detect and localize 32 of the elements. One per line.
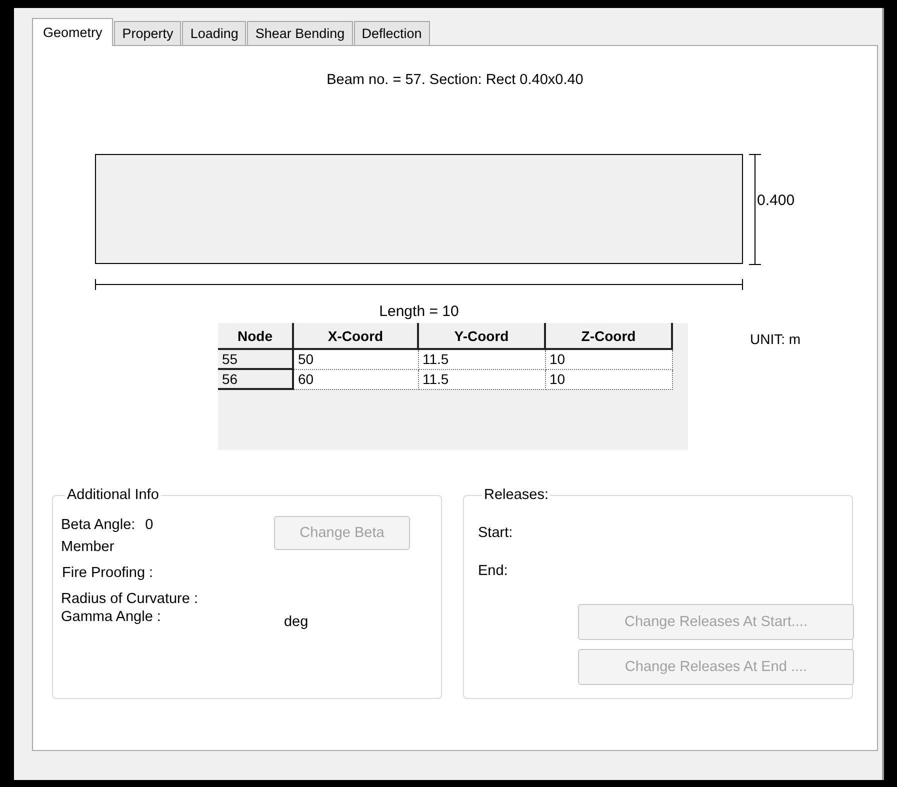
length-label: Length = 10: [379, 303, 459, 320]
table-cell: 56: [218, 369, 293, 389]
table-cell: 50: [293, 349, 418, 369]
start-label: Start:: [478, 525, 514, 541]
column-header: Node: [218, 323, 293, 349]
column-header: Y-Coord: [418, 323, 545, 349]
tab[interactable]: Geometry: [32, 18, 114, 46]
unit-label: UNIT: m: [750, 331, 801, 349]
radius-label: Radius of Curvature :: [61, 591, 200, 607]
tab[interactable]: Property: [114, 21, 182, 45]
beta-angle-label: Beta Angle:: [61, 517, 136, 533]
group-title: Releases:: [483, 487, 550, 503]
table-cell: 10: [545, 349, 672, 369]
tab[interactable]: Shear Bending: [247, 21, 353, 45]
gamma-unit: deg: [284, 614, 308, 630]
member-label: Member: [61, 539, 116, 555]
column-header: X-Coord: [293, 323, 418, 349]
table-cell: 11.5: [418, 349, 545, 369]
depth-label: 0.400: [757, 192, 795, 209]
tab[interactable]: Loading: [182, 21, 246, 45]
table-cell: 11.5: [418, 369, 545, 389]
group-title: Additional Info: [66, 487, 160, 503]
table-cell: 60: [293, 369, 418, 389]
tab[interactable]: Deflection: [354, 21, 430, 45]
table-cell: 10: [545, 369, 672, 389]
table-cell: 55: [218, 349, 293, 369]
column-header: Z-Coord: [545, 323, 672, 349]
end-label: End:: [478, 563, 509, 579]
beta-angle-value: 0: [145, 517, 154, 533]
fire-proofing-label: Fire Proofing :: [62, 565, 154, 581]
beam-caption: Beam no. = 57. Section: Rect 0.40x0.40: [326, 72, 584, 88]
gamma-angle-label: Gamma Angle :: [61, 609, 161, 627]
